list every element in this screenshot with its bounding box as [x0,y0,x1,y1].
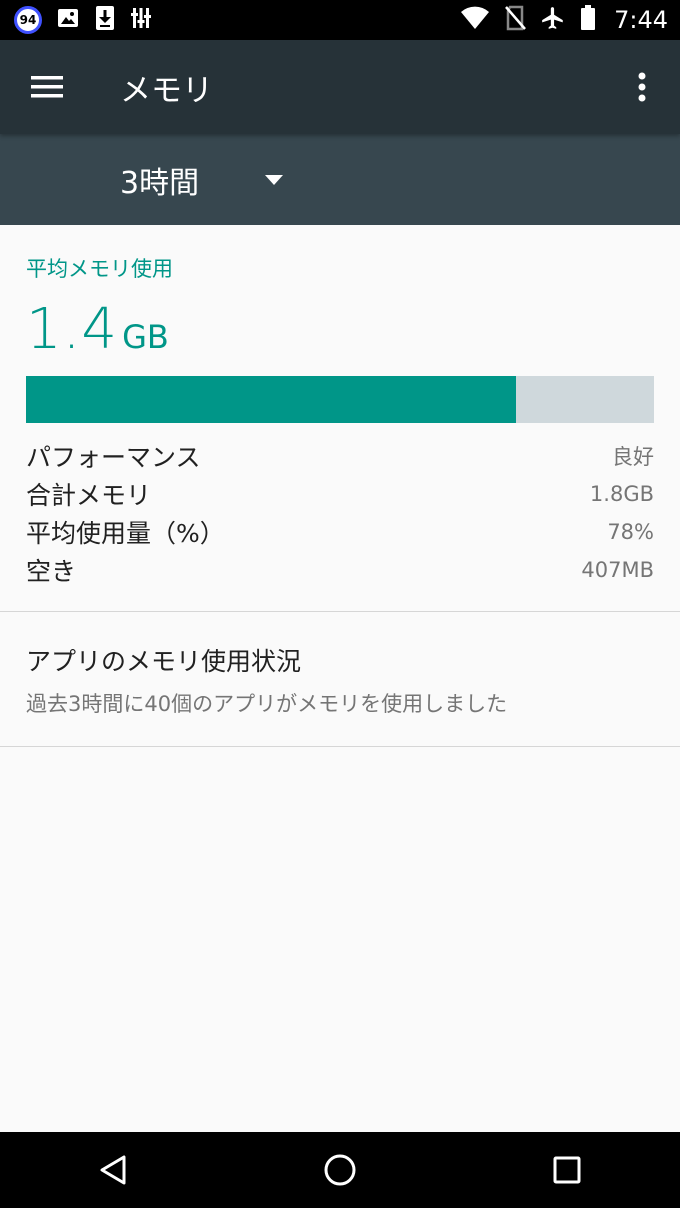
image-icon [56,6,80,34]
app-memory-usage-item[interactable]: アプリのメモリ使用状況 過去3時間に40個のアプリがメモリを使用しました [0,612,680,746]
wifi-icon [460,6,490,34]
time-range-spinner[interactable]: 3時間 [120,158,284,202]
screen: 94 7:44 メモリ 3時間 平均メモリ使用 1.4 GB パフォーマンス 良… [0,0,680,1208]
time-range-selected: 3時間 [120,165,200,201]
stat-label: 平均使用量（%） [26,519,225,548]
page-title: メモリ [120,72,213,109]
hamburger-menu-icon [31,76,63,98]
app-memory-usage-subtitle: 過去3時間に40個のアプリがメモリを使用しました [26,692,508,716]
status-right: 7:44 [460,5,668,35]
average-memory-label: 平均メモリ使用 [26,257,173,281]
stat-value: 1.8GB [589,482,654,506]
stat-label: パフォーマンス [26,443,201,472]
stat-row: 空き 407MB [26,551,654,589]
notification-count-badge: 94 [14,6,42,34]
stat-row: 合計メモリ 1.8GB [26,475,654,513]
no-sim-icon [504,5,527,35]
back-triangle-icon [100,1155,126,1185]
home-button[interactable] [290,1132,390,1208]
system-navigation-bar [0,1132,680,1208]
status-bar: 94 7:44 [0,0,680,40]
home-circle-icon [324,1154,356,1186]
stat-value: 良好 [612,445,654,469]
stat-row: パフォーマンス 良好 [26,437,654,475]
memory-stats: パフォーマンス 良好合計メモリ 1.8GB 平均使用量（%） 78% 空き 407MB [26,437,654,589]
overflow-menu-button[interactable] [612,40,672,134]
app-memory-usage-title: アプリのメモリ使用状況 [26,647,302,676]
memory-content: 平均メモリ使用 1.4 GB パフォーマンス 良好合計メモリ 1.8GB 平均使用量（… [0,225,680,747]
status-left: 94 [14,5,152,35]
memory-summary: 平均メモリ使用 1.4 GB パフォーマンス 良好合計メモリ 1.8GB 平均使用量（… [0,225,680,589]
dropdown-arrow-icon [265,174,284,185]
memory-usage-bar-fill [26,376,516,423]
navigation-menu-button[interactable] [0,40,94,134]
app-bar: メモリ [0,40,680,134]
stat-value: 78% [607,520,654,544]
stat-row: 平均使用量（%） 78% [26,513,654,551]
stat-label: 空き [26,557,77,586]
battery-icon [580,5,596,35]
divider [0,746,680,747]
time-range-bar: 3時間 [0,134,680,225]
stat-label: 合計メモリ [26,481,152,510]
average-memory-value: 1.4 GB [26,297,654,362]
recents-button[interactable] [517,1132,617,1208]
recents-square-icon [553,1156,581,1184]
download-icon [94,5,116,35]
usb-debug-icon [130,6,152,34]
status-time: 7:44 [614,6,668,34]
airplane-icon [540,5,566,35]
more-vert-icon [638,72,646,102]
stat-value: 407MB [581,558,654,582]
average-memory-unit: GB [122,318,169,356]
average-memory-number: 1.4 [26,297,119,362]
back-button[interactable] [63,1132,163,1208]
memory-usage-bar [26,376,654,423]
